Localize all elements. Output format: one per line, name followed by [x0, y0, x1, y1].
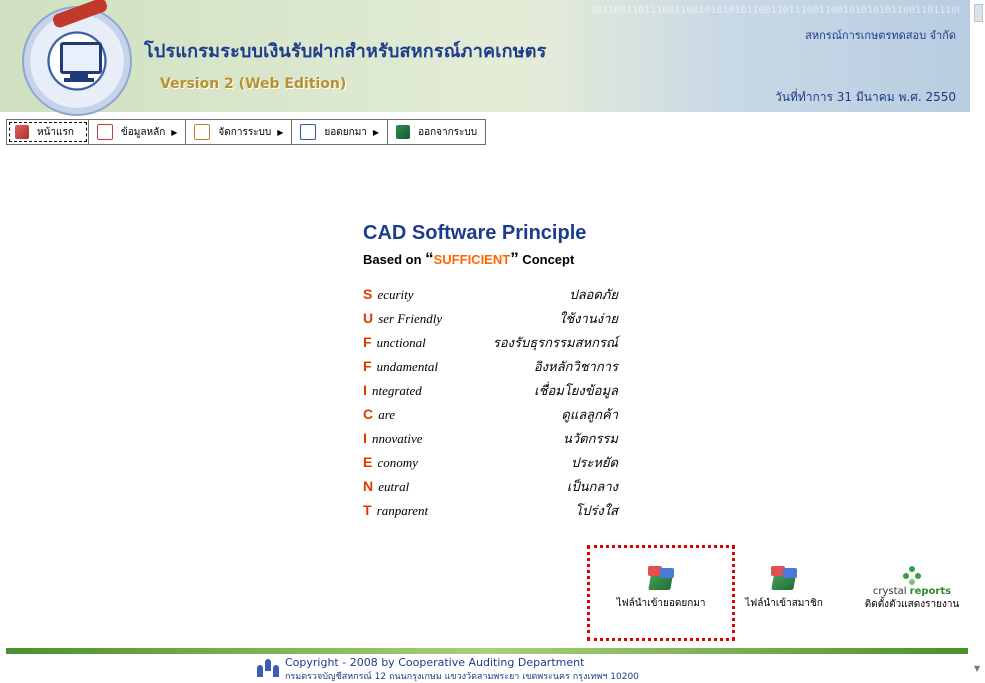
- menu-system-admin[interactable]: จัดการระบบ ▶: [186, 120, 293, 144]
- org-name: สหกรณ์การเกษตรทดสอบ จำกัด: [805, 29, 956, 42]
- checklist-icon: [300, 124, 317, 140]
- principle-row: F undamental อิงหลักวิชาการ: [363, 356, 618, 374]
- principle-thai: รองรับธุรกรรมสหกรณ์: [492, 335, 618, 350]
- import-balance-label: ไฟล์นำเข้ายอดยกมา: [616, 598, 706, 609]
- principle-row: S ecurity ปลอดภัย: [363, 284, 618, 302]
- data-import-icon: [646, 566, 676, 592]
- crystal-reports-icon: [897, 566, 927, 586]
- menu-master-data-label: ข้อมูลหลัก: [120, 126, 166, 138]
- principle-thai: เป็นกลาง: [566, 479, 618, 494]
- principle-row: T ranparent โปร่งใส: [363, 500, 618, 518]
- principle-word: ser Friendly: [378, 311, 443, 326]
- principle-thai: โปร่งใส: [575, 503, 618, 518]
- principle-letter: F: [363, 334, 372, 350]
- principle-row: I nnovative นวัตกรรม: [363, 428, 618, 446]
- menu-logout[interactable]: ออกจากระบบ: [388, 120, 485, 144]
- work-date: วันที่ทำการ 31 มีนาคม พ.ศ. 2550: [775, 90, 956, 104]
- principle-row: U ser Friendly ใช้งานง่าย: [363, 308, 618, 326]
- subtitle-open-quote: “: [425, 249, 434, 268]
- principle-row: C are ดูแลลูกค้า: [363, 404, 618, 422]
- data-import-icon: [769, 566, 799, 592]
- principle-heading: CAD Software Principle Based on “SUFFICI…: [363, 222, 618, 269]
- menu-system-admin-label: จัดการระบบ: [218, 126, 272, 138]
- principle-thai: เชื่อมโยงข้อมูล: [534, 383, 618, 398]
- logo-ribbon: [51, 0, 109, 30]
- principle-thai: อิงหลักวิชาการ: [533, 359, 618, 374]
- crystal-reports-link[interactable]: crystal reports ติดตั้งตัวแสดงรายงาน: [848, 566, 976, 612]
- settings-doc-icon: [194, 124, 211, 140]
- principle-word: nnovative: [371, 431, 423, 446]
- principle-thai: ใช้งานง่าย: [559, 311, 618, 326]
- principle-letter: I: [363, 382, 367, 398]
- submenu-arrow-icon: ▶: [171, 127, 178, 137]
- menu-carry-forward-label: ยอดยกมา: [324, 126, 367, 138]
- monitor-base: [64, 78, 94, 82]
- menu-home-label: หน้าแรก: [37, 126, 74, 138]
- scrollbar-down-icon[interactable]: ▼: [974, 664, 983, 674]
- footer-divider: [6, 648, 968, 654]
- principle-row: N eutral เป็นกลาง: [363, 476, 618, 494]
- menu-master-data[interactable]: ข้อมูลหลัก ▶: [89, 120, 187, 144]
- principle-word: ntegrated: [371, 383, 422, 398]
- import-balance-link[interactable]: ไฟล์นำเข้ายอดยกมา: [596, 566, 726, 611]
- crystal-reports-logo: crystal reports: [872, 586, 952, 597]
- principle-letter: S: [363, 286, 373, 302]
- principle-thai: ปลอดภัย: [569, 287, 618, 302]
- menu-logout-label: ออกจากระบบ: [418, 126, 478, 138]
- principle-word: undamental: [376, 359, 439, 374]
- import-member-label: ไฟล์นำเข้าสมาชิก: [745, 598, 823, 609]
- menu-home[interactable]: หน้าแรก: [7, 120, 89, 144]
- import-member-link[interactable]: ไฟล์นำเข้าสมาชิก: [738, 566, 830, 611]
- principle-thai: นวัตกรรม: [562, 431, 618, 446]
- copyright-text: Copyright - 2008 by Cooperative Auditing…: [285, 656, 585, 669]
- crystal-install-label: ติดตั้งตัวแสดงรายงาน: [864, 599, 960, 610]
- submenu-arrow-icon: ▶: [372, 127, 380, 137]
- exit-icon: [396, 125, 411, 139]
- principle-letter: F: [363, 358, 372, 374]
- home-icon: [15, 125, 29, 139]
- principle-subtitle: Based on “SUFFICIENT” Concept: [363, 249, 618, 269]
- subtitle-pre: Based on: [363, 252, 426, 267]
- principle-word: eutral: [378, 479, 410, 494]
- principle-row: I ntegrated เชื่อมโยงข้อมูล: [363, 380, 618, 398]
- version-label: Version 2 (Web Edition): [160, 76, 347, 92]
- principle-row: E conomy ประหยัด: [363, 452, 618, 470]
- principle-word: ecurity: [377, 287, 414, 302]
- principle-word: conomy: [377, 455, 418, 470]
- header-banner: 1011001101110011001010101011001101110011…: [0, 0, 970, 116]
- subtitle-post: Concept: [518, 252, 575, 267]
- menu-carry-forward[interactable]: ยอดยกมา ▶: [292, 120, 389, 144]
- principle-word: unctional: [376, 335, 426, 350]
- principle-letter: U: [363, 310, 374, 326]
- principle-letter: T: [363, 502, 372, 518]
- folder-icon: [96, 124, 113, 140]
- principle-row: F unctional รองรับธุรกรรมสหกรณ์: [363, 332, 618, 350]
- principle-letter: C: [363, 406, 374, 422]
- principle-title: CAD Software Principle: [363, 222, 587, 244]
- cad-logo: [22, 0, 132, 116]
- app-title: โปรแกรมระบบเงินรับฝากสำหรับสหกรณ์ภาคเกษต…: [144, 41, 547, 62]
- subtitle-highlight: SUFFICIENT: [433, 252, 511, 267]
- principle-thai: ดูแลลูกค้า: [561, 407, 618, 422]
- principle-letter: N: [363, 478, 374, 494]
- principle-letter: E: [363, 454, 373, 470]
- scrollbar-up[interactable]: [974, 4, 983, 22]
- computer-icon: [60, 42, 102, 74]
- department-logo-icon: [257, 657, 279, 679]
- principle-word: are: [378, 407, 396, 422]
- subtitle-close-quote: ”: [510, 249, 519, 268]
- principle-letter: I: [363, 430, 367, 446]
- principle-word: ranparent: [376, 503, 429, 518]
- submenu-arrow-icon: ▶: [277, 127, 284, 137]
- main-menu: หน้าแรก ข้อมูลหลัก ▶ จัดการระบบ ▶ ยอดยกม…: [6, 119, 487, 145]
- principle-thai: ประหยัด: [571, 455, 618, 470]
